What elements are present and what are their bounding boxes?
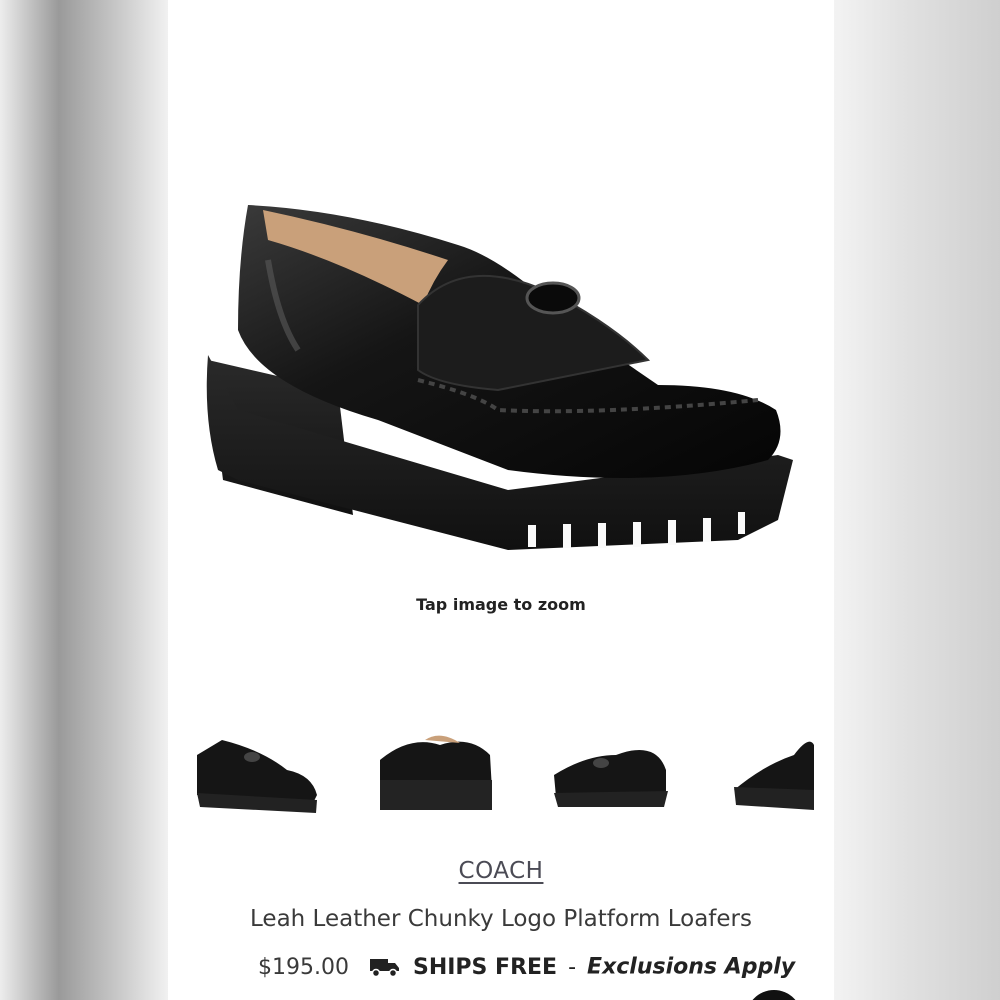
shipping-label: SHIPS FREE: [412, 954, 558, 980]
product-page: Tap image to zoom COACH Leah Leather Chu…: [168, 0, 834, 1000]
floating-action-button[interactable]: [746, 990, 802, 1000]
brand-link[interactable]: COACH: [168, 858, 834, 884]
thumbnail-2[interactable]: [370, 725, 500, 820]
shipping-separator: -: [568, 954, 577, 980]
backdrop-left: [0, 0, 168, 1000]
thumbnail-strip: [168, 725, 834, 825]
backdrop-right: [834, 0, 1000, 1000]
thumbnail-1[interactable]: [192, 725, 322, 820]
main-product-image[interactable]: [178, 170, 818, 570]
thumbnail-4[interactable]: [724, 725, 834, 820]
zoom-hint: Tap image to zoom: [416, 595, 586, 614]
product-title: Leah Leather Chunky Logo Platform Loafer…: [250, 906, 752, 932]
thumbnail-3[interactable]: [546, 725, 676, 820]
logo-hardware: [525, 281, 581, 315]
price-shipping-row: $195.00 SHIPS FREE - Exclusions Apply: [258, 954, 834, 990]
exclusions-link[interactable]: Exclusions Apply: [587, 955, 795, 980]
product-price: $195.00: [258, 954, 349, 980]
truck-icon: [369, 959, 399, 978]
